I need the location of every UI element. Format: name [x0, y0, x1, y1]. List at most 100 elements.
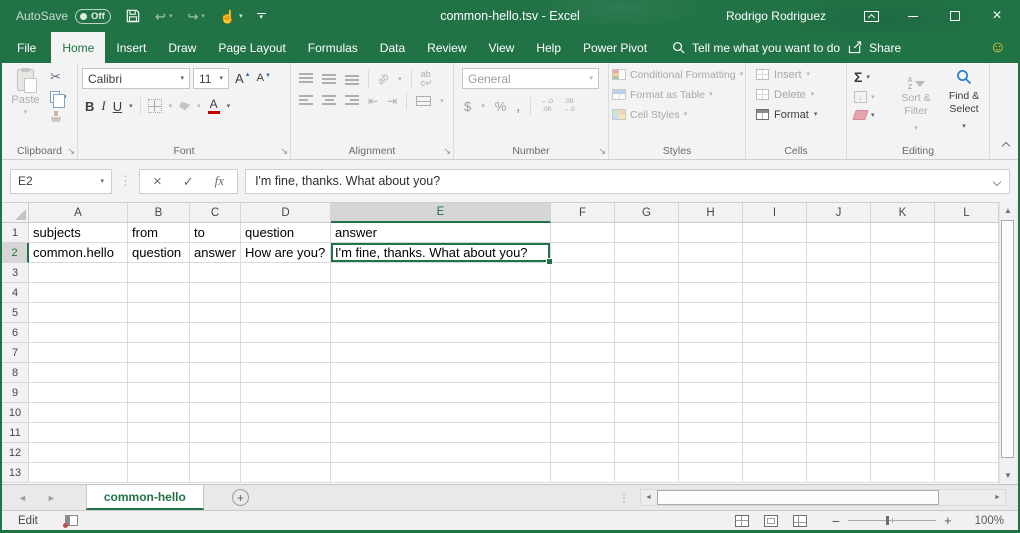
cell-J6[interactable] [807, 323, 871, 343]
tab-home[interactable]: Home [51, 32, 105, 63]
cell-F7[interactable] [551, 343, 615, 363]
cell-I7[interactable] [743, 343, 807, 363]
cell-I5[interactable] [743, 303, 807, 323]
font-color-dropdown-icon[interactable]: ▾ [227, 103, 231, 110]
font-color-button[interactable]: A [208, 98, 220, 114]
previous-sheet-icon[interactable]: ◄ [18, 493, 27, 503]
cell-D3[interactable] [241, 263, 331, 283]
cancel-button[interactable]: × [153, 174, 162, 189]
feedback-button[interactable]: ☺ [990, 32, 1006, 63]
cell-F1[interactable] [551, 223, 615, 243]
tab-draw[interactable]: Draw [157, 32, 207, 63]
cell-C9[interactable] [190, 383, 241, 403]
cell-A12[interactable] [29, 443, 128, 463]
cell-F5[interactable] [551, 303, 615, 323]
cell-G13[interactable] [615, 463, 679, 483]
cell-L2[interactable] [935, 243, 999, 263]
cell-K3[interactable] [871, 263, 935, 283]
cell-K11[interactable] [871, 423, 935, 443]
number-dialog-launcher[interactable]: ↘ [598, 147, 606, 156]
cell-A9[interactable] [29, 383, 128, 403]
cell-B9[interactable] [128, 383, 190, 403]
cell-C12[interactable] [190, 443, 241, 463]
cell-C1[interactable]: to [190, 223, 241, 243]
cell-J5[interactable] [807, 303, 871, 323]
cell-G2[interactable] [615, 243, 679, 263]
cell-E7[interactable] [331, 343, 551, 363]
cell-I13[interactable] [743, 463, 807, 483]
scroll-up-icon[interactable]: ▲ [1000, 202, 1016, 219]
name-box[interactable]: E2 ▾ [10, 169, 112, 194]
cell-I10[interactable] [743, 403, 807, 423]
cell-J2[interactable] [807, 243, 871, 263]
formula-bar-splitter[interactable]: ⋮ [119, 173, 132, 189]
cut-button[interactable]: ✂ [50, 70, 61, 83]
row-header-8[interactable]: 8 [2, 363, 29, 383]
cell-D12[interactable] [241, 443, 331, 463]
cell-D5[interactable] [241, 303, 331, 323]
cell-E12[interactable] [331, 443, 551, 463]
cell-A11[interactable] [29, 423, 128, 443]
row-header-1[interactable]: 1 [2, 223, 29, 243]
cell-C3[interactable] [190, 263, 241, 283]
font-size-combo[interactable]: 11▾ [193, 68, 229, 89]
clipboard-dialog-launcher[interactable]: ↘ [67, 147, 75, 156]
column-header-H[interactable]: H [679, 203, 743, 223]
cell-E13[interactable] [331, 463, 551, 483]
cell-E3[interactable] [331, 263, 551, 283]
cell-J7[interactable] [807, 343, 871, 363]
share-button[interactable]: Share [848, 32, 901, 63]
scroll-right-icon[interactable]: ► [990, 494, 1005, 501]
tab-help[interactable]: Help [525, 32, 572, 63]
cell-L10[interactable] [935, 403, 999, 423]
find-select-button[interactable]: Find & Select ▾ [940, 69, 988, 133]
tab-formulas[interactable]: Formulas [297, 32, 369, 63]
cell-D11[interactable] [241, 423, 331, 443]
tab-insert[interactable]: Insert [105, 32, 157, 63]
minimize-button[interactable] [892, 0, 934, 32]
cell-H8[interactable] [679, 363, 743, 383]
cell-H12[interactable] [679, 443, 743, 463]
cell-H13[interactable] [679, 463, 743, 483]
cell-F8[interactable] [551, 363, 615, 383]
cell-B3[interactable] [128, 263, 190, 283]
cell-K13[interactable] [871, 463, 935, 483]
cell-J1[interactable] [807, 223, 871, 243]
cell-J9[interactable] [807, 383, 871, 403]
cell-L5[interactable] [935, 303, 999, 323]
row-header-11[interactable]: 11 [2, 423, 29, 443]
cell-J12[interactable] [807, 443, 871, 463]
autosum-button[interactable]: Σ▾ [854, 70, 875, 84]
cell-D7[interactable] [241, 343, 331, 363]
cell-J8[interactable] [807, 363, 871, 383]
decrease-font-size-button[interactable]: A▼ [257, 73, 271, 84]
cell-J3[interactable] [807, 263, 871, 283]
cell-K7[interactable] [871, 343, 935, 363]
cell-E10[interactable] [331, 403, 551, 423]
cell-J10[interactable] [807, 403, 871, 423]
cell-E11[interactable] [331, 423, 551, 443]
cell-F12[interactable] [551, 443, 615, 463]
cell-H11[interactable] [679, 423, 743, 443]
cell-K10[interactable] [871, 403, 935, 423]
cell-K12[interactable] [871, 443, 935, 463]
cell-G11[interactable] [615, 423, 679, 443]
cell-F4[interactable] [551, 283, 615, 303]
cell-B10[interactable] [128, 403, 190, 423]
cell-A7[interactable] [29, 343, 128, 363]
cell-G10[interactable] [615, 403, 679, 423]
next-sheet-icon[interactable]: ► [47, 493, 56, 503]
cell-B5[interactable] [128, 303, 190, 323]
font-dialog-launcher[interactable]: ↘ [280, 147, 288, 156]
cell-C2[interactable]: answer [190, 243, 241, 263]
cell-G4[interactable] [615, 283, 679, 303]
page-break-view-button[interactable] [793, 515, 807, 527]
expand-formula-bar-icon[interactable] [993, 177, 1001, 185]
select-all-button[interactable] [2, 203, 29, 223]
cell-I8[interactable] [743, 363, 807, 383]
increase-font-size-button[interactable]: A▲ [235, 72, 251, 85]
row-header-12[interactable]: 12 [2, 443, 29, 463]
row-header-5[interactable]: 5 [2, 303, 29, 323]
cell-E2[interactable]: I'm fine, thanks. What about you? [331, 243, 551, 263]
vertical-scrollbar[interactable]: ▲ ▼ [999, 202, 1016, 484]
